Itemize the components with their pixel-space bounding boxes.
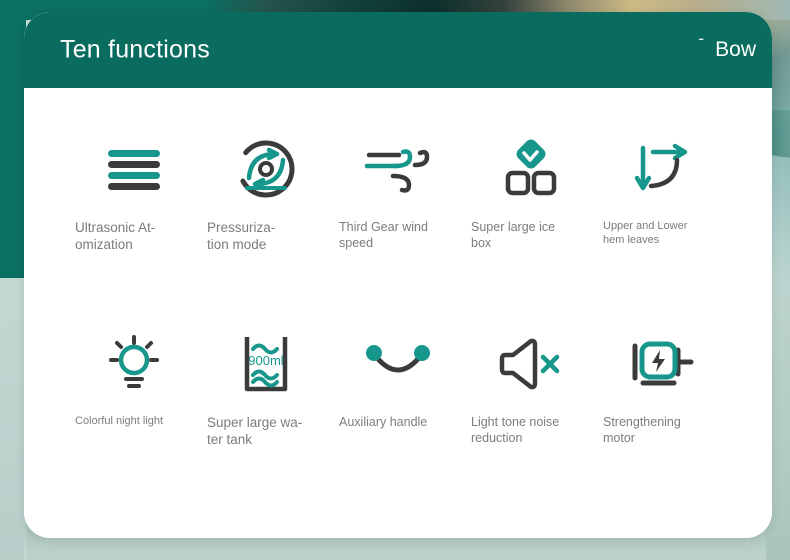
- page-title: Ten functions: [60, 36, 210, 65]
- header-brand-label: Bow: [715, 38, 756, 62]
- mute-speaker-icon: [494, 331, 566, 397]
- water-tank-icon: 900ml: [230, 331, 302, 397]
- feature-item-third-gear-wind-speed[interactable]: Third Gear wind speed: [332, 136, 464, 253]
- header-dash-mark: -: [698, 30, 704, 47]
- feature-row-1: Ultrasonic At- omization: [68, 136, 728, 253]
- feature-item-upper-lower-hem-leaves[interactable]: Upper and Lower hem leaves: [596, 136, 728, 253]
- feature-item-pressurization-mode[interactable]: Pressuriza- tion mode: [200, 136, 332, 253]
- feature-item-super-large-ice-box[interactable]: Super large ice box: [464, 136, 596, 253]
- feature-item-auxiliary-handle[interactable]: Auxiliary handle: [332, 331, 464, 448]
- feature-label: Super large ice box: [471, 220, 589, 251]
- card-body: Ultrasonic At- omization: [24, 88, 772, 538]
- feature-label: Auxiliary handle: [339, 415, 457, 431]
- swirl-icon: [230, 136, 302, 202]
- page-root: Ten functions - Bow Ultra: [0, 0, 790, 560]
- feature-label: Third Gear wind speed: [339, 220, 457, 251]
- feature-item-colorful-night-light[interactable]: Colorful night light: [68, 331, 200, 448]
- feature-label: Light tone noise reduction: [471, 415, 589, 446]
- feature-label: Upper and Lower hem leaves: [603, 220, 721, 247]
- feature-label: Colorful night light: [75, 415, 193, 429]
- feature-item-ultrasonic-atomization[interactable]: Ultrasonic At- omization: [68, 136, 200, 253]
- water-tank-capacity-text: 900ml: [248, 353, 284, 368]
- bars-icon: [98, 136, 170, 202]
- ice-box-icon: [494, 136, 566, 202]
- feature-row-2: Colorful night light 900ml Super large w: [68, 331, 728, 448]
- background-left-band: [0, 0, 26, 310]
- feature-label: Pressuriza- tion mode: [207, 220, 325, 253]
- card-header: Ten functions - Bow: [24, 12, 772, 88]
- wind-icon: [362, 136, 434, 202]
- feature-item-strengthening-motor[interactable]: Strengthening motor: [596, 331, 728, 448]
- feature-card: Ten functions - Bow Ultra: [24, 12, 772, 538]
- feature-label: Ultrasonic At- omization: [75, 220, 193, 253]
- feature-item-super-large-water-tank[interactable]: 900ml Super large wa- ter tank: [200, 331, 332, 448]
- feature-label: Super large wa- ter tank: [207, 415, 325, 448]
- motor-icon: [626, 331, 698, 397]
- feature-label: Strengthening motor: [603, 415, 721, 446]
- handle-icon: [362, 331, 434, 397]
- feature-item-light-tone-noise[interactable]: Light tone noise reduction: [464, 331, 596, 448]
- arrows-icon: [626, 136, 698, 202]
- background-left-band-lower: [0, 278, 26, 560]
- bulb-icon: [98, 331, 170, 397]
